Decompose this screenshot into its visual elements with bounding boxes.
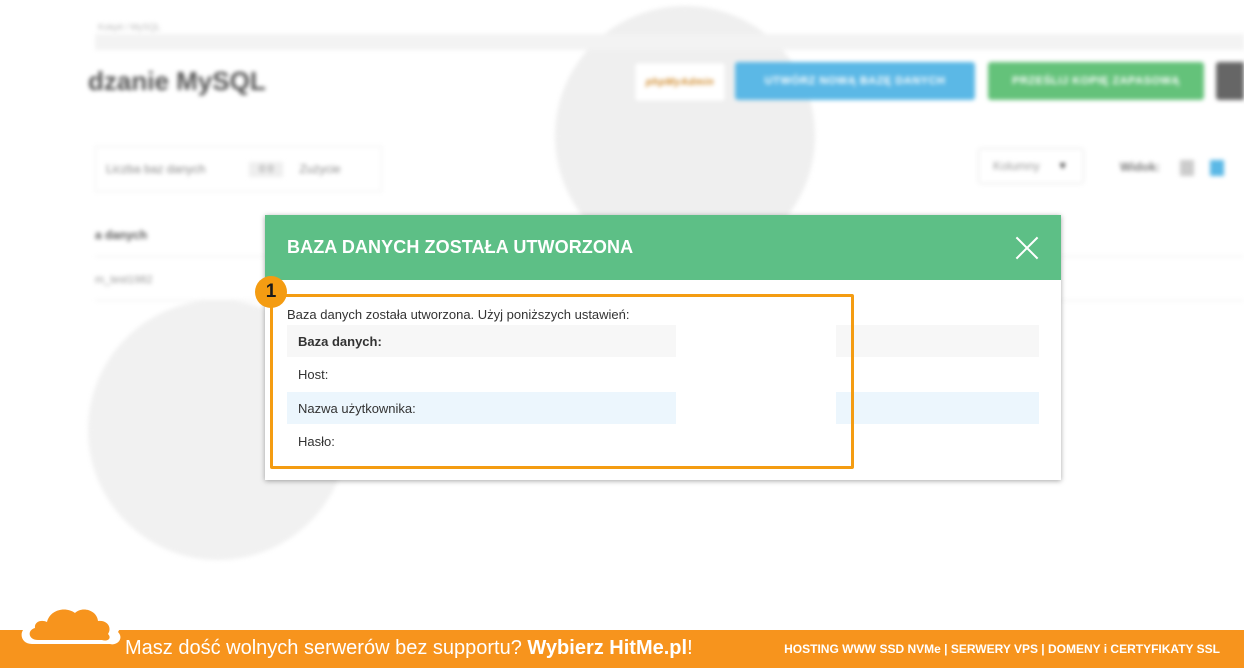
columns-dropdown[interactable]: Kolumny ▼ — [978, 148, 1084, 184]
view-label: Widok: — [1120, 160, 1160, 174]
top-bar — [95, 34, 1244, 50]
annotation-badge: 1 — [255, 276, 287, 308]
more-button[interactable] — [1216, 62, 1244, 100]
grid-view-icon[interactable] — [1210, 160, 1224, 176]
promo-question: Masz dość wolnych serwerów bez supportu? — [125, 637, 528, 659]
database-stats: Liczba baz danych 0 0 Zużycie — [95, 146, 382, 192]
database-count-value: 0 0 — [249, 161, 284, 177]
breadcrumb[interactable]: Kokpit / MySQL — [98, 22, 161, 32]
phpmyadmin-button[interactable]: phpMyAdmin — [634, 62, 726, 102]
username-value — [836, 392, 1039, 424]
usage-label: Zużycie — [299, 162, 341, 176]
modal-header: BAZA DANYCH ZOSTAŁA UTWORZONA — [265, 215, 1061, 280]
database-count-label: Liczba baz danych — [106, 162, 206, 176]
caret-down-icon: ▼ — [1057, 160, 1068, 172]
promo-brand: Wybierz HitMe.pl — [527, 637, 688, 659]
create-database-button[interactable]: UTWÓRZ NOWĄ BAZĘ DANYCH — [735, 62, 975, 100]
database-name-value — [836, 325, 1039, 357]
footer-services-links[interactable]: HOSTING WWW SSD NVMe | SERWERY VPS | DOM… — [784, 642, 1220, 656]
table-row[interactable]: m_test1982 — [95, 274, 152, 286]
promo-exclamation: ! — [687, 637, 693, 659]
cloud-logo-icon — [21, 599, 121, 645]
annotation-highlight-box — [270, 294, 854, 469]
close-icon[interactable] — [1015, 236, 1039, 260]
list-view-icon[interactable] — [1180, 160, 1194, 176]
promo-text[interactable]: Masz dość wolnych serwerów bez supportu?… — [125, 637, 693, 660]
page-title: dzanie MySQL — [88, 66, 266, 96]
upload-backup-button[interactable]: PRZEŚLIJ KOPIĘ ZAPASOWĄ — [988, 62, 1204, 100]
columns-dropdown-label: Kolumny — [993, 159, 1040, 173]
modal-title: BAZA DANYCH ZOSTAŁA UTWORZONA — [287, 237, 634, 257]
table-header-database: a danych — [95, 228, 148, 242]
phpmyadmin-logo-icon: phpMyAdmin — [645, 76, 715, 88]
